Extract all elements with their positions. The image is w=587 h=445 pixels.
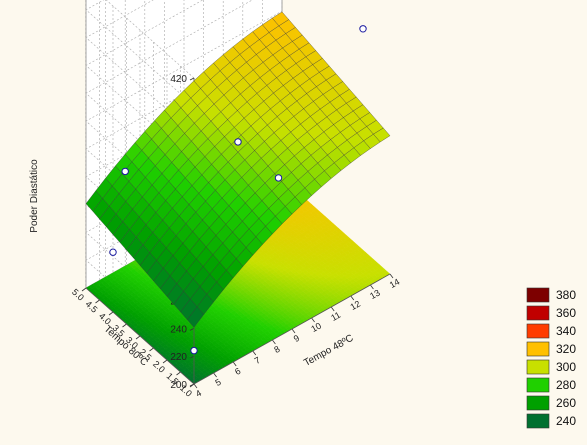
z-tick-label: 220 [170,352,187,363]
x-tick [330,306,335,312]
legend-swatch [526,287,550,303]
y-tick [176,371,181,376]
x-axis-label: Tempo 48ºC [302,333,355,369]
legend-swatch [526,413,550,429]
y-tick [95,299,100,304]
x-tick [291,328,296,334]
data-point [109,248,117,256]
y-tick-label: 2.0 [151,359,167,375]
x-tick-label: 8 [272,344,281,355]
x-tick [213,372,217,378]
legend-swatch [526,359,550,375]
legend-label: 380 [556,288,576,302]
x-tick [311,317,315,323]
x-tick-label: 5 [214,377,223,388]
y-tick [81,287,87,292]
x-tick-label: 11 [329,310,342,323]
x-tick-label: 9 [292,333,301,344]
legend-swatch [526,395,550,411]
data-point [121,167,129,176]
legend-label: 300 [556,360,576,374]
x-tick [193,383,198,389]
legend-swatch [526,341,550,357]
legend-swatch [526,305,550,321]
legend-swatch [526,323,550,339]
legend: 380 360 340 320 300 280 260 240 [526,287,576,429]
data-point [359,25,367,33]
x-tick-label: 13 [368,288,382,302]
y-tick [108,311,114,316]
data-point [234,138,242,146]
y-tick [135,335,141,340]
x-tick-label: 14 [388,277,402,291]
x-tick [252,350,257,356]
x-tick-label: 10 [309,321,323,335]
legend-label: 360 [556,306,576,320]
x-tick-label: 7 [253,355,262,366]
y-tick [149,347,154,352]
legend-label: 260 [556,396,576,410]
x-tick-label: 4 [194,388,203,399]
legend-swatch [526,377,550,393]
x-tick [389,273,394,279]
z-axis-label: Poder Diastático [29,159,40,233]
x-tick-label: 6 [233,366,242,377]
x-tick [272,339,276,345]
legend-label: 320 [556,342,576,356]
legend-label: 240 [556,414,576,428]
surface-plot: 2002202402602803003203403603804004204567… [29,0,576,429]
data-point [190,346,198,355]
legend-label: 340 [556,324,576,338]
x-tick [370,284,374,290]
y-tick-label: 4.5 [84,299,100,315]
x-tick-label: 12 [349,299,363,313]
x-tick [350,295,355,301]
chart-area: 2002202402602803003203403603804004204567… [0,0,587,440]
y-tick [162,359,168,364]
legend-label: 280 [556,378,576,392]
x-tick [232,361,237,367]
y-tick-label: 5.0 [70,287,86,303]
data-point [274,174,283,182]
y-tick [122,323,127,328]
z-tick-label: 240 [170,324,187,335]
z-tick-label: 420 [170,74,187,85]
